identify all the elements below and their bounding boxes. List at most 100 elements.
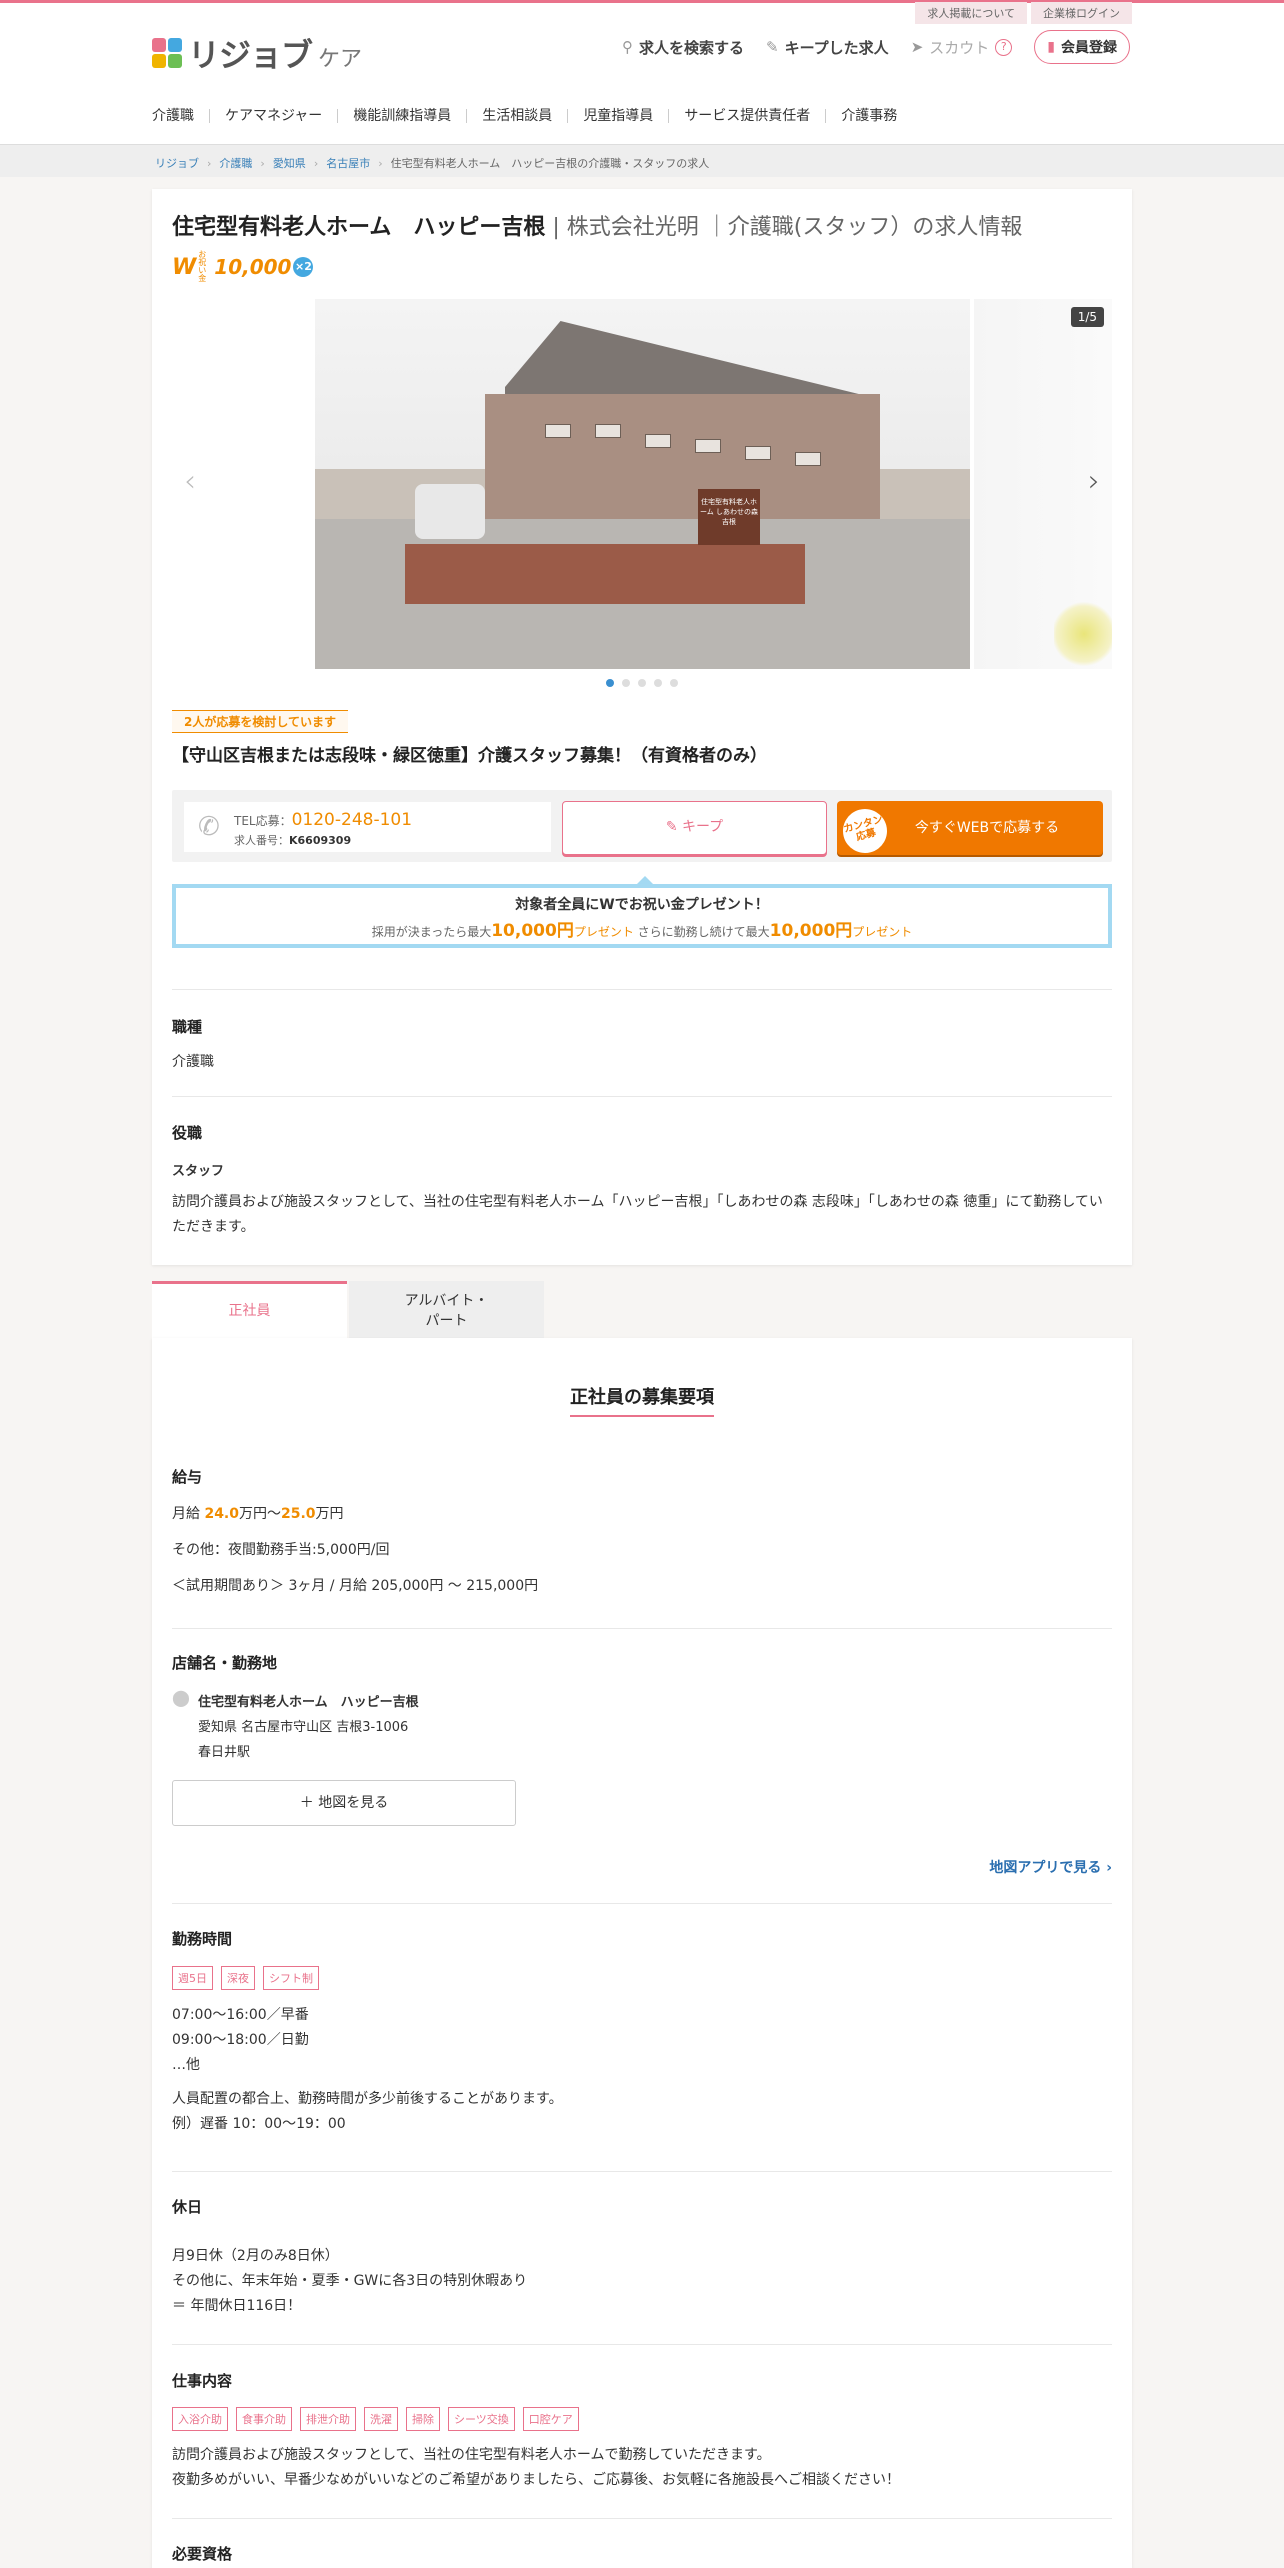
- hours-note: 人員配置の都合上、勤務時間が多少前後することがあります。: [172, 2091, 563, 2107]
- breadcrumb-item[interactable]: 名古屋市: [326, 155, 370, 171]
- tel-number[interactable]: 0120-248-101: [292, 810, 412, 830]
- gift-detail: 採用が決まったら最大10,000円プレゼント さらに勤務し続けて最大10,000…: [176, 916, 1108, 941]
- gift-text: プレゼント: [852, 925, 913, 939]
- keep-label: キープ: [682, 819, 724, 835]
- section-heading: 役職: [172, 1124, 203, 1142]
- requirements-title-text: 正社員の募集要項: [570, 1387, 714, 1408]
- gallery-dot[interactable]: [638, 679, 646, 687]
- position-description: 訪問介護員および施設スタッフとして、当社の住宅型有料老人ホーム「ハッピー吉根」「…: [172, 1194, 1103, 1235]
- job-type-value: 介護職: [172, 1054, 214, 1070]
- category-item[interactable]: 介護職: [152, 109, 210, 123]
- photo-gallery[interactable]: 住宅型有料老人ホーム しあわせの森 吉根 1/5 ‹ ›: [172, 299, 1112, 669]
- kept-jobs-link[interactable]: ✎ キープした求人: [766, 37, 889, 58]
- logo-text: リジョブ: [188, 36, 313, 74]
- breadcrumb-item[interactable]: 愛知県: [273, 155, 306, 171]
- requirements-card: 正社員の募集要項 給与 月給 24.0万円〜25.0万円 その他：夜間勤務手当:…: [152, 1338, 1132, 2568]
- web-apply-button[interactable]: カンタン応募 今すぐWEBで応募する: [837, 801, 1103, 855]
- tag: 深夜: [221, 1966, 255, 1990]
- tab-parttime[interactable]: アルバイト・ パート: [349, 1281, 544, 1338]
- gallery-dot[interactable]: [622, 679, 630, 687]
- tag: 洗濯: [364, 2407, 398, 2431]
- web-apply-label: 今すぐWEBで応募する: [914, 820, 1060, 836]
- help-icon[interactable]: ?: [995, 38, 1013, 56]
- requirements-title: 正社員の募集要項: [152, 1383, 1132, 1417]
- tab-fulltime[interactable]: 正社員: [152, 1281, 347, 1338]
- gallery-dot[interactable]: [606, 679, 614, 687]
- tel-apply-box[interactable]: ✆ TEL応募：0120-248-101 求人番号：K6609309: [184, 802, 551, 852]
- company-login-link[interactable]: 企業様ログイン: [1031, 2, 1132, 24]
- signup-label: 会員登録: [1061, 40, 1117, 56]
- kept-jobs-label: キープした求人: [784, 38, 889, 57]
- chevron-right-icon: ›: [378, 156, 383, 170]
- logo-sub: ケア: [318, 47, 363, 72]
- holiday-line: ＝ 年間休日116日！: [172, 2298, 302, 2314]
- divider: [172, 989, 1112, 990]
- category-item[interactable]: ケアマネジャー: [210, 109, 339, 123]
- tab-parttime-label: アルバイト・: [404, 1293, 489, 1309]
- work-description: 訪問介護員および施設スタッフとして、当社の住宅型有料老人ホームで勤務していただき…: [172, 2447, 771, 2463]
- logo-mark-icon: [152, 38, 182, 68]
- view-map-button[interactable]: ＋ 地図を見る: [172, 1780, 516, 1826]
- listing-info-link[interactable]: 求人掲載について: [915, 2, 1027, 24]
- section-heading: 店舗名・勤務地: [172, 1654, 278, 1672]
- company-suffix: | 株式会社光明 ｜介護職(スタッフ）の求人情報: [545, 215, 1023, 240]
- map-app-link[interactable]: 地図アプリで見る ›: [989, 1857, 1112, 1877]
- place-address: 愛知県 名古屋市守山区 吉根3-1006: [198, 1720, 409, 1735]
- tag: 口腔ケア: [522, 2407, 579, 2431]
- salary-trial: ＜試用期間あり＞ 3ヶ月 / 月給 205,000円 〜 215,000円: [172, 1578, 539, 1594]
- section-heading: 仕事内容: [172, 2372, 233, 2390]
- salary-text: 万円〜: [239, 1506, 281, 1522]
- bonus-w: W: [172, 254, 197, 280]
- category-item[interactable]: サービス提供責任者: [669, 109, 827, 123]
- paperclip-icon: ✎: [766, 38, 779, 56]
- gallery-dot[interactable]: [654, 679, 662, 687]
- section-heading: 必要資格: [172, 2545, 233, 2563]
- divider: [172, 1628, 1112, 1629]
- job-id: K6609309: [289, 834, 352, 847]
- scout-link[interactable]: ➤ スカウト?: [911, 37, 1013, 58]
- top-links: 求人掲載について 企業様ログイン: [915, 2, 1132, 24]
- tag: 食事介助: [236, 2407, 292, 2431]
- search-jobs-link[interactable]: ⚲ 求人を検索する: [622, 37, 744, 58]
- salary-range: 月給 24.0万円〜25.0万円: [172, 1502, 1112, 1527]
- gift-text: プレゼント: [573, 925, 634, 939]
- phone-icon: ✆: [198, 812, 220, 842]
- easy-apply-stamp: カンタン応募: [838, 804, 892, 855]
- facility-sign: 住宅型有料老人ホーム しあわせの森 吉根: [698, 489, 760, 545]
- job-summary-card: 住宅型有料老人ホーム ハッピー吉根 | 株式会社光明 ｜介護職(スタッフ）の求人…: [152, 189, 1132, 1265]
- breadcrumb-current: 住宅型有料老人ホーム ハッピー吉根の介護職・スタッフの求人: [390, 157, 710, 170]
- breadcrumb-item[interactable]: 介護職: [219, 155, 252, 171]
- breadcrumb-item[interactable]: リジョブ: [155, 155, 199, 171]
- chevron-left-icon[interactable]: ‹: [184, 464, 196, 499]
- category-item[interactable]: 生活相談員: [467, 109, 569, 123]
- bonus-multiplier: ×2: [293, 257, 314, 277]
- tag: シーツ交換: [448, 2407, 515, 2431]
- action-bar: ✆ TEL応募：0120-248-101 求人番号：K6609309 ✎ キープ…: [172, 790, 1112, 862]
- gallery-dot[interactable]: [670, 679, 678, 687]
- chevron-right-icon: ›: [260, 156, 265, 170]
- paperclip-icon: ✎: [665, 819, 682, 835]
- signup-button[interactable]: ▮ 会員登録: [1034, 30, 1130, 64]
- hours-note: 例）遅番 10：00～19：00: [172, 2116, 346, 2132]
- site-header: リジョブ ケア ⚲ 求人を検索する ✎ キープした求人 ➤ スカウト? ▮ 会員登録 介…: [0, 3, 1284, 144]
- divider: [172, 2171, 1112, 2172]
- gift-amount: 10,000円: [491, 921, 574, 941]
- holiday-line: その他に、年末年始・夏季・GWに各3日の特別休暇あり: [172, 2273, 528, 2289]
- tag: 週5日: [172, 1966, 213, 1990]
- keep-button[interactable]: ✎ キープ: [562, 801, 827, 855]
- divider: [172, 2344, 1112, 2345]
- chevron-right-icon[interactable]: ›: [1088, 464, 1100, 499]
- header-nav: ⚲ 求人を検索する ✎ キープした求人 ➤ スカウト? ▮ 会員登録: [622, 30, 1130, 64]
- location-pin-icon: ⬤: [172, 1688, 190, 1707]
- tag: 掃除: [406, 2407, 440, 2431]
- tab-parttime-label: パート: [425, 1313, 468, 1329]
- category-item[interactable]: 機能訓練指導員: [338, 109, 468, 123]
- category-item[interactable]: 児童指導員: [568, 109, 670, 123]
- divider: [172, 1903, 1112, 1904]
- site-logo[interactable]: リジョブ ケア: [152, 30, 362, 76]
- bonus-gift-box: 対象者全員にWでお祝い金プレゼント！ 採用が決まったら最大10,000円プレゼン…: [172, 876, 1112, 948]
- category-item[interactable]: 介護事務: [826, 109, 912, 123]
- tag: 排泄介助: [300, 2407, 356, 2431]
- place-station: 春日井駅: [198, 1745, 251, 1760]
- section-heading: 給与: [172, 1468, 203, 1486]
